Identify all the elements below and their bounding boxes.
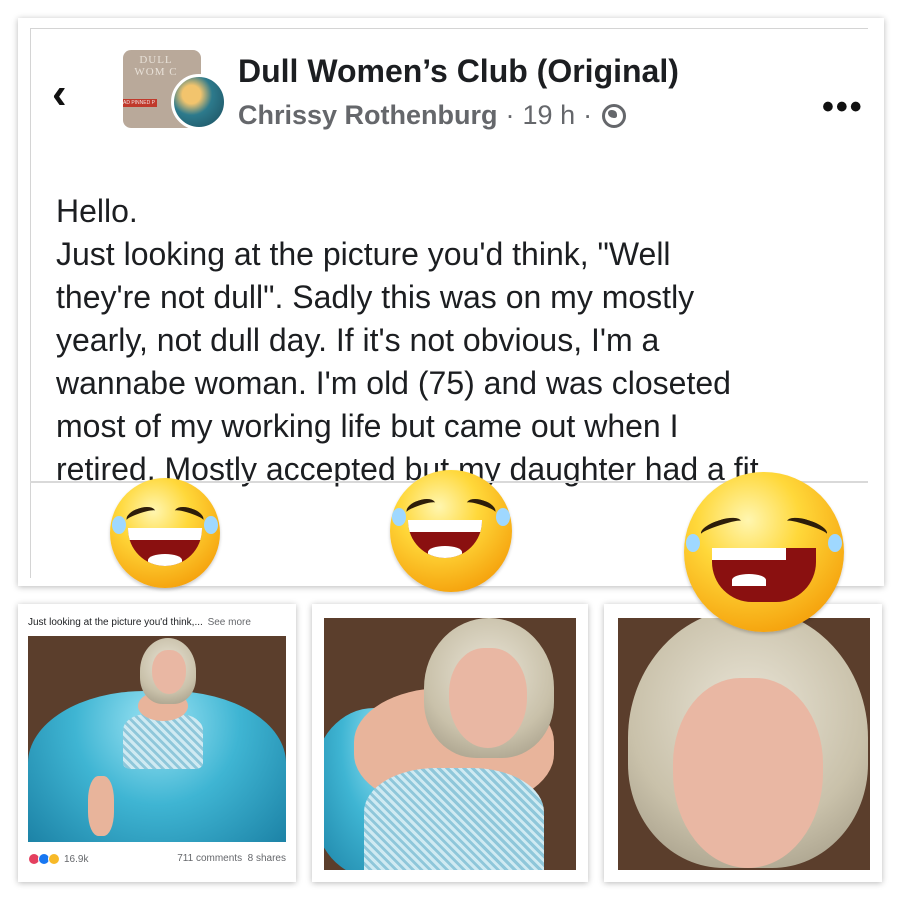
post-line: yearly, not dull day. If it's not obviou… <box>56 322 660 358</box>
zoomed-photo <box>324 618 576 870</box>
post-line: they're not dull". Sadly this was on my … <box>56 279 695 315</box>
post-meta: Chrissy Rothenburg · 19 h · <box>238 100 627 131</box>
preview-caption: Just looking at the picture you'd think,… <box>28 617 251 628</box>
comments-count[interactable]: 711 comments <box>177 853 242 864</box>
globe-icon <box>602 103 627 128</box>
reaction-count: 16.9k <box>64 853 89 865</box>
haha-reaction-icon <box>48 853 60 865</box>
laughing-face-emoji <box>390 470 512 592</box>
preview-photo[interactable] <box>28 636 286 842</box>
post-line: wannabe woman. I'm old (75) and was clos… <box>56 365 731 401</box>
post-line: Just looking at the picture you'd think,… <box>56 236 671 272</box>
more-options-icon[interactable]: ••• <box>822 90 864 124</box>
engagement-stats[interactable]: 711 comments 8 shares <box>177 853 286 864</box>
shares-count[interactable]: 8 shares <box>248 853 286 864</box>
post-line: most of my working life but came out whe… <box>56 408 679 444</box>
meta-separator-2: · <box>583 100 593 130</box>
closeup-photo <box>618 618 870 870</box>
closeup-photo-card <box>604 604 882 882</box>
laughing-face-emoji <box>684 472 844 632</box>
top-border <box>30 28 868 29</box>
back-chevron-icon[interactable]: ‹ <box>52 72 67 116</box>
laughing-face-emoji <box>110 478 220 588</box>
zoomed-photo-card <box>312 604 588 882</box>
meta-separator: · <box>505 100 515 130</box>
left-border <box>30 28 31 578</box>
reactions-summary[interactable]: 16.9k <box>28 853 88 865</box>
author-name[interactable]: Chrissy Rothenburg <box>238 100 498 131</box>
avatar-logo-text: DULL WOM C <box>134 54 178 78</box>
author-avatar[interactable] <box>171 74 227 130</box>
see-more-link[interactable]: See more <box>208 617 251 628</box>
preview-caption-text: Just looking at the picture you'd think,… <box>28 617 203 628</box>
preview-post-card[interactable]: Just looking at the picture you'd think,… <box>18 604 296 882</box>
group-name[interactable]: Dull Women’s Club (Original) <box>238 53 679 90</box>
avatar-badge: AD PINNED P <box>123 99 157 107</box>
post-body: Hello. Just looking at the picture you'd… <box>56 190 886 491</box>
post-time[interactable]: 19 h <box>523 100 576 131</box>
post-line: Hello. <box>56 193 138 229</box>
